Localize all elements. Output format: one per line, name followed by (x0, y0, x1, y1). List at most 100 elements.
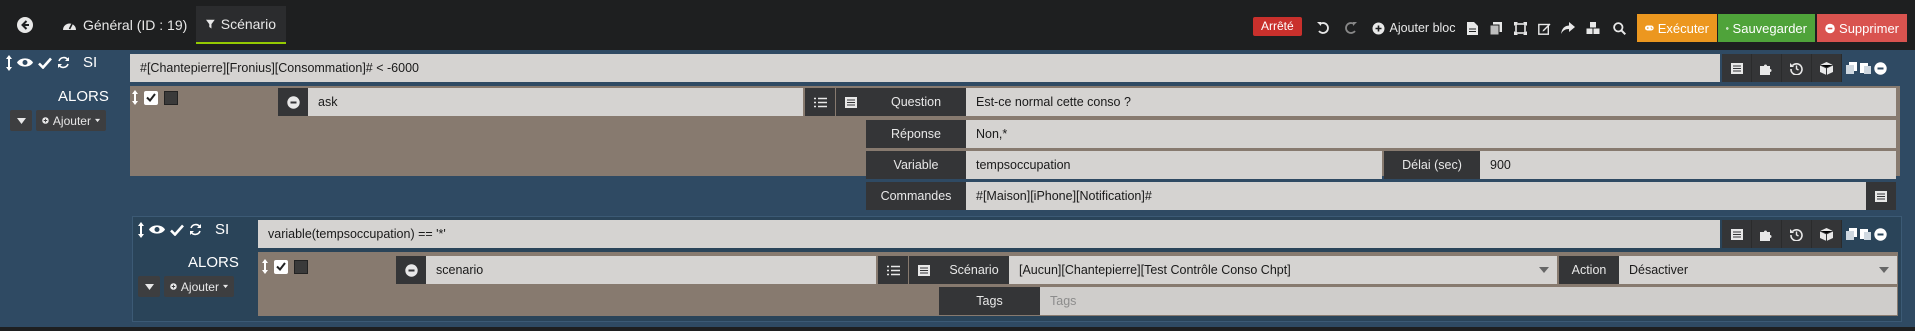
paste-block-icon[interactable] (1860, 62, 1871, 74)
redo-icon (1345, 22, 1357, 34)
add-dropdown-button[interactable]: Ajouter (164, 276, 234, 297)
variable-input[interactable]: tempsoccupation (966, 151, 1382, 179)
action-ask-controls (132, 90, 178, 105)
action-select[interactable]: Désactiver (1619, 256, 1897, 284)
execute-button[interactable]: Exécuter (1637, 14, 1717, 42)
cube-icon (1820, 227, 1833, 241)
tasks-icon (886, 265, 900, 275)
caret-down-icon (94, 118, 100, 123)
delay-input[interactable]: 900 (1480, 151, 1896, 179)
tags-label: Tags (939, 287, 1040, 315)
filter-icon (206, 19, 215, 29)
equipment-button[interactable] (1812, 220, 1842, 248)
expression-button[interactable] (1722, 54, 1752, 82)
select-action-button[interactable] (878, 256, 908, 284)
undo-icon (1317, 22, 1329, 34)
minus-circle-icon (404, 263, 418, 277)
delete-button[interactable]: Supprimer (1817, 14, 1907, 42)
check-icon[interactable] (38, 57, 52, 69)
caret-down-icon (144, 283, 154, 290)
check-icon[interactable] (170, 224, 184, 236)
enable-checkbox[interactable] (144, 90, 158, 105)
undo-button[interactable] (1310, 14, 1336, 42)
back-button[interactable] (10, 10, 40, 40)
history-button[interactable] (1782, 54, 1812, 82)
history-icon (1790, 228, 1803, 241)
copy-block-icon[interactable] (1846, 62, 1857, 74)
caret-down-icon (222, 284, 228, 289)
status-badge: Arrêté (1253, 17, 1302, 36)
tab-general[interactable]: Général (ID : 19) (52, 6, 197, 44)
commands-select-button[interactable] (1866, 182, 1896, 210)
templates-button[interactable] (1581, 14, 1605, 42)
eye-icon[interactable] (149, 224, 165, 235)
eye-icon[interactable] (17, 57, 33, 68)
response-input[interactable]: Non,* (966, 120, 1896, 148)
edit-button[interactable] (1533, 14, 1555, 42)
if-label: SI (83, 54, 98, 71)
collapse-button[interactable] (10, 110, 32, 131)
equipment-button[interactable] (1812, 54, 1842, 82)
remove-action-button[interactable] (278, 88, 308, 116)
nested-condition-tools (1722, 220, 1891, 248)
delay-label: Délai (sec) (1384, 151, 1480, 179)
plus-circle-icon (42, 117, 49, 124)
add-dropdown-button[interactable]: Ajouter (36, 110, 106, 131)
enable-checkbox[interactable] (274, 259, 288, 274)
tab-scenario[interactable]: Scénario (196, 6, 286, 44)
minus-circle-icon (1825, 23, 1835, 33)
nested-if-label: SI (215, 221, 230, 238)
action-command-input[interactable]: scenario (426, 256, 876, 284)
scenario-select-value: [Aucun][Chantepierre][Test Contrôle Cons… (1019, 263, 1291, 277)
drag-handle-icon[interactable] (132, 90, 138, 105)
condition-input[interactable]: #[Chantepierre][Fronius][Consommation]# … (130, 54, 1720, 82)
history-button[interactable] (1782, 220, 1812, 248)
if-block-controls: SI (6, 54, 97, 71)
refresh-icon[interactable] (57, 56, 70, 69)
tags-input[interactable]: Tags (1040, 287, 1897, 315)
then-label: ALORS (58, 88, 109, 105)
if-block: SI #[Chantepierre][Fronius][Consommation… (0, 50, 1915, 327)
copy-block-icon[interactable] (1846, 228, 1857, 240)
plugin-button[interactable] (1752, 220, 1782, 248)
question-input[interactable]: Est-ce normal cette conso ? (966, 88, 1896, 116)
nested-block-copy-tools (1842, 227, 1891, 241)
drag-handle-icon[interactable] (262, 259, 268, 274)
select-command-button[interactable] (909, 256, 939, 284)
select-action-button[interactable] (805, 88, 835, 116)
remove-block-icon[interactable] (1874, 227, 1887, 241)
export-button[interactable] (1557, 14, 1579, 42)
check-icon (146, 93, 156, 102)
list-alt-icon (918, 264, 930, 276)
drag-handle-icon[interactable] (6, 54, 12, 71)
delete-label: Supprimer (1839, 20, 1899, 36)
collapse-button[interactable] (138, 276, 160, 297)
chevron-down-icon (1879, 267, 1889, 273)
commands-input[interactable]: #[Maison][iPhone][Notification]# (966, 182, 1866, 210)
redo-button[interactable] (1338, 14, 1364, 42)
background-checkbox[interactable] (164, 90, 178, 105)
select-command-button[interactable] (836, 88, 866, 116)
scenario-select[interactable]: [Aucun][Chantepierre][Test Contrôle Cons… (1009, 256, 1557, 284)
search-button[interactable] (1607, 14, 1631, 42)
add-block-button[interactable]: Ajouter bloc (1368, 14, 1460, 42)
fullscreen-button[interactable] (1509, 14, 1531, 42)
log-button[interactable] (1461, 14, 1483, 42)
list-alt-icon (1875, 190, 1887, 202)
action-command-input[interactable]: ask (308, 88, 803, 116)
puzzle-icon (1760, 64, 1772, 75)
remove-action-button[interactable] (396, 256, 426, 284)
refresh-icon[interactable] (189, 223, 202, 236)
remove-block-icon[interactable] (1874, 61, 1887, 75)
nested-condition-input[interactable]: variable(tempsoccupation) == '*' (258, 220, 1720, 248)
drag-handle-icon[interactable] (138, 221, 144, 238)
background-checkbox[interactable] (294, 259, 308, 274)
expression-button[interactable] (1722, 220, 1752, 248)
chevron-down-icon (1539, 267, 1549, 273)
variable-label: Variable (866, 151, 966, 179)
save-button[interactable]: Sauvegarder (1718, 14, 1815, 42)
plugin-button[interactable] (1752, 54, 1782, 82)
paste-block-icon[interactable] (1860, 228, 1871, 240)
duplicate-button[interactable] (1485, 14, 1507, 42)
action-scenario-controls (262, 259, 308, 274)
